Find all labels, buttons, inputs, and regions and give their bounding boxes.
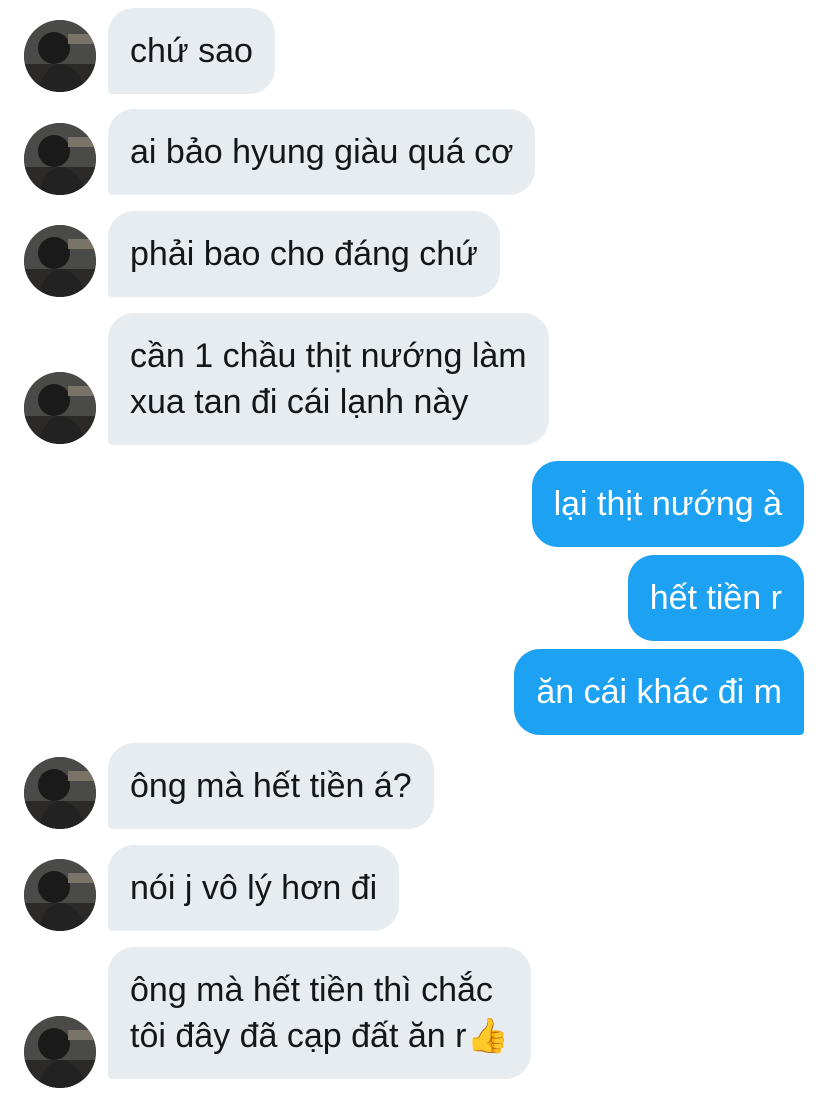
incoming-message-bubble[interactable]: ai bảo hyung giàu quá cơ	[108, 109, 536, 195]
contact-avatar[interactable]	[24, 372, 96, 444]
incoming-message-bubble[interactable]: nói j vô lý hơn đi	[108, 845, 400, 931]
incoming-message-bubble[interactable]: ông mà hết tiền á?	[108, 743, 434, 829]
avatar-photo	[24, 372, 96, 444]
message-text-line: ông mà hết tiền thì chắc	[130, 971, 493, 1009]
outgoing-message-bubble[interactable]: ăn cái khác đi m	[514, 649, 804, 735]
incoming-message-bubble[interactable]: cần 1 chầu thịt nướng làm xua tan đi cái…	[108, 313, 549, 445]
incoming-message-bubble[interactable]: phải bao cho đáng chứ	[108, 211, 500, 297]
outgoing-message-bubble[interactable]: lại thịt nướng à	[531, 461, 804, 547]
avatar-photo	[24, 20, 96, 92]
contact-avatar[interactable]	[24, 225, 96, 297]
avatar-photo	[24, 757, 96, 829]
avatar-photo	[24, 225, 96, 297]
contact-avatar[interactable]	[24, 20, 96, 92]
message-text-line: xua tan đi cái lạnh này	[130, 383, 469, 421]
avatar-photo	[24, 123, 96, 195]
contact-avatar[interactable]	[24, 123, 96, 195]
outgoing-message-bubble[interactable]: hết tiền r	[627, 555, 804, 641]
contact-avatar[interactable]	[24, 1016, 96, 1088]
message-text: lại thịt nướng à	[553, 485, 782, 523]
message-text: ai bảo hyung giàu quá cơ	[130, 133, 514, 171]
message-text: phải bao cho đáng chứ	[130, 235, 478, 273]
thumbs-up-emoji: 👍	[466, 1016, 509, 1056]
message-text: ông mà hết tiền á?	[130, 767, 412, 805]
message-text: chứ sao	[130, 32, 253, 70]
incoming-message-bubble[interactable]: chứ sao	[108, 8, 275, 94]
contact-avatar[interactable]	[24, 859, 96, 931]
incoming-message-bubble[interactable]: ông mà hết tiền thì chắc tôi đây đã cạp …	[108, 947, 531, 1079]
contact-avatar[interactable]	[24, 757, 96, 829]
message-text: nói j vô lý hơn đi	[130, 869, 378, 907]
message-text: ăn cái khác đi m	[536, 673, 782, 711]
message-text-line: cần 1 chầu thịt nướng làm	[130, 337, 527, 375]
avatar-photo	[24, 1016, 96, 1088]
message-text: tôi đây đã cạp đất ăn r	[130, 1017, 467, 1055]
message-text: hết tiền r	[649, 579, 782, 617]
message-text-line: tôi đây đã cạp đất ăn r👍	[130, 1013, 509, 1059]
avatar-photo	[24, 859, 96, 931]
conversation-thread: chứ sao ai bảo hyung giàu quá cơ phải ba…	[0, 0, 828, 1100]
